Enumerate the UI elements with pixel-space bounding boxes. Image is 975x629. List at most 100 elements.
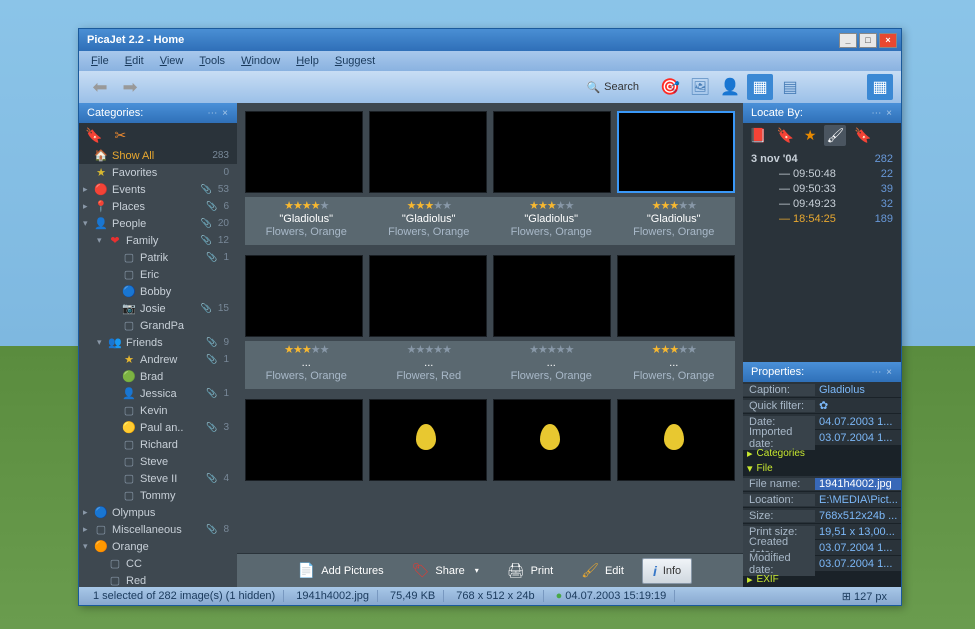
tree-item-bobby[interactable]: 🔵Bobby — [79, 283, 237, 300]
rating-stars[interactable]: ★★★★★ — [613, 344, 736, 357]
tree-item-richard[interactable]: ▢Richard — [79, 436, 237, 453]
group-toggle-icon[interactable]: ▸ — [747, 573, 753, 586]
menu-help[interactable]: Help — [290, 53, 325, 69]
menu-window[interactable]: Window — [235, 53, 286, 69]
search-button[interactable]: 🔍 Search — [578, 79, 647, 96]
date-row[interactable]: 3 nov '04 282 — [743, 151, 901, 166]
tree-item-orange[interactable]: ▾🟠Orange — [79, 538, 237, 555]
tree-item-cc[interactable]: ▢CC — [79, 555, 237, 572]
rating-stars[interactable]: ★★★★★ — [245, 200, 368, 213]
group-toggle-icon[interactable]: ▸ — [747, 447, 753, 460]
cat-tab-scissors-icon[interactable]: ✂ — [114, 127, 126, 144]
tree-item-events[interactable]: ▸🔴Events📎53 — [79, 181, 237, 198]
rating-stars[interactable]: ★★★★★ — [368, 200, 491, 213]
thumbnail[interactable] — [493, 399, 611, 481]
category-tree[interactable]: 🏠Show All283★Favorites0▸🔴Events📎53▸📍Plac… — [79, 147, 237, 587]
add-pictures-button[interactable]: 📄Add Pictures — [288, 558, 394, 583]
thumb-image[interactable] — [245, 111, 363, 193]
thumb-image[interactable] — [369, 255, 487, 337]
toggle-icon[interactable]: ▾ — [97, 337, 107, 348]
locate-tab-star-icon[interactable]: ★ — [802, 125, 819, 146]
tree-item-steve[interactable]: ▢Steve — [79, 453, 237, 470]
view-list-button[interactable]: ▤ — [777, 74, 803, 100]
menu-tools[interactable]: Tools — [193, 53, 231, 69]
thumbnail[interactable] — [369, 255, 487, 337]
thumb-image[interactable] — [369, 111, 487, 193]
rating-stars[interactable]: ★★★★★ — [613, 200, 736, 213]
locate-options-icon[interactable]: ⋯ × — [871, 108, 893, 119]
tree-item-patrik[interactable]: ▢Patrik📎1 — [79, 249, 237, 266]
thumbnail[interactable] — [369, 111, 487, 193]
cat-tab-tag-icon[interactable]: 🔖 — [85, 127, 102, 144]
tree-item-places[interactable]: ▸📍Places📎6 — [79, 198, 237, 215]
tree-item-friends[interactable]: ▾👥Friends📎9 — [79, 334, 237, 351]
right-panel-toggle[interactable]: ▦ — [867, 74, 893, 100]
menu-file[interactable]: File — [85, 53, 115, 69]
thumb-image[interactable] — [245, 399, 363, 481]
tree-item-kevin[interactable]: ▢Kevin — [79, 402, 237, 419]
tree-item-tommy[interactable]: ▢Tommy — [79, 487, 237, 504]
rating-stars[interactable]: ★★★★★ — [490, 200, 613, 213]
locate-tab-tag-icon[interactable]: 🔖 — [774, 125, 795, 146]
thumbnail[interactable] — [617, 399, 735, 481]
edit-button[interactable]: 🖌Edit — [571, 558, 634, 583]
back-button[interactable]: ⬅ — [87, 75, 113, 99]
locate-body[interactable]: 3 nov '04 282 — 09:50:4822— 09:50:3339— … — [743, 147, 901, 362]
thumbnail[interactable] — [369, 399, 487, 481]
thumbnail[interactable] — [493, 255, 611, 337]
time-row[interactable]: — 09:49:2332 — [743, 196, 901, 211]
menu-view[interactable]: View — [154, 53, 190, 69]
thumbnail[interactable] — [245, 255, 363, 337]
tree-item-people[interactable]: ▾👤People📎20 — [79, 215, 237, 232]
tree-item-grandpa[interactable]: ▢GrandPa — [79, 317, 237, 334]
property-row[interactable]: Size:768x512x24b ... — [743, 508, 901, 524]
tool1-icon[interactable]: 🎯 — [657, 74, 683, 100]
tree-item-eric[interactable]: ▢Eric — [79, 266, 237, 283]
thumbnail[interactable] — [617, 111, 735, 193]
property-row[interactable]: File name:1941h4002.jpg — [743, 476, 901, 492]
rating-stars[interactable]: ★★★★★ — [368, 344, 491, 357]
tree-item-brad[interactable]: 🟢Brad — [79, 368, 237, 385]
toggle-icon[interactable]: ▸ — [83, 507, 93, 518]
group-toggle-icon[interactable]: ▾ — [747, 462, 753, 475]
tree-item-miscellaneous[interactable]: ▸▢Miscellaneous📎8 — [79, 521, 237, 538]
time-row[interactable]: — 09:50:3339 — [743, 181, 901, 196]
time-row[interactable]: — 09:50:4822 — [743, 166, 901, 181]
property-row[interactable]: Location:E:\MEDIA\Pict... — [743, 492, 901, 508]
property-group[interactable]: ▸Categories — [743, 446, 901, 461]
menu-suggest[interactable]: Suggest — [329, 53, 381, 69]
forward-button[interactable]: ➡ — [117, 75, 143, 99]
menu-edit[interactable]: Edit — [119, 53, 150, 69]
tree-item-andrew[interactable]: ★Andrew📎1 — [79, 351, 237, 368]
thumbnail[interactable] — [245, 111, 363, 193]
property-row[interactable]: Quick filter:✿ — [743, 398, 901, 414]
thumbnail[interactable] — [617, 255, 735, 337]
print-button[interactable]: 🖨Print — [497, 558, 563, 583]
locate-tab-brush-icon[interactable]: 🖌 — [824, 125, 846, 146]
tree-item-red[interactable]: ▢Red — [79, 572, 237, 587]
tool2-icon[interactable]: 🖼 — [687, 74, 713, 100]
thumb-image[interactable] — [245, 255, 363, 337]
tree-item-steve-ii[interactable]: ▢Steve II📎4 — [79, 470, 237, 487]
property-group[interactable]: ▾File — [743, 461, 901, 476]
tree-item-show-all[interactable]: 🏠Show All283 — [79, 147, 237, 164]
maximize-button[interactable]: □ — [859, 33, 877, 48]
property-row[interactable]: Modified date:03.07.2004 1... — [743, 556, 901, 572]
locate-tab-cal-icon[interactable]: 🔖 — [852, 125, 873, 146]
thumb-image[interactable] — [493, 399, 611, 481]
property-row[interactable]: Caption:Gladiolus — [743, 382, 901, 398]
property-group[interactable]: ▸EXIF — [743, 572, 901, 587]
toggle-icon[interactable]: ▾ — [97, 235, 107, 246]
tree-item-family[interactable]: ▾❤Family📎12 — [79, 232, 237, 249]
minimize-button[interactable]: _ — [839, 33, 857, 48]
tree-item-josie[interactable]: 📷Josie📎15 — [79, 300, 237, 317]
thumb-image[interactable] — [617, 399, 735, 481]
time-row[interactable]: — 18:54:25189 — [743, 211, 901, 226]
close-button[interactable]: × — [879, 33, 897, 48]
tree-item-favorites[interactable]: ★Favorites0 — [79, 164, 237, 181]
thumb-image[interactable] — [617, 255, 735, 337]
properties-options-icon[interactable]: ⋯ × — [871, 367, 893, 378]
thumbnail-grid[interactable]: ★★★★★"Gladiolus"Flowers, Orange★★★★★"Gla… — [237, 103, 743, 553]
view-thumbs-button[interactable]: ▦ — [747, 74, 773, 100]
rating-stars[interactable]: ★★★★★ — [245, 344, 368, 357]
